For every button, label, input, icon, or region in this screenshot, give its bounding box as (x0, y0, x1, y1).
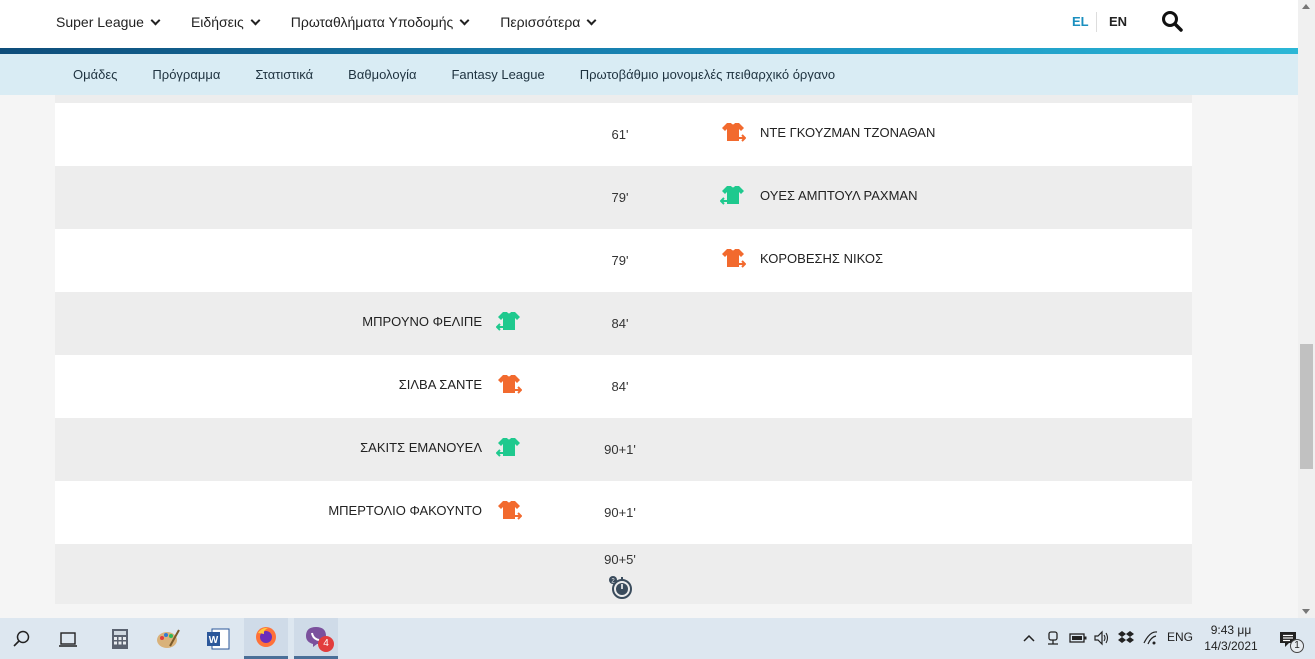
page-scrollbar[interactable] (1298, 0, 1315, 618)
volume-icon[interactable] (1093, 630, 1109, 646)
list-top-edge (55, 95, 1192, 103)
event-minute: 79' (611, 253, 629, 268)
chevron-down-icon (150, 15, 161, 25)
subnav-disciplinary[interactable]: Πρωτοβάθμιο μονομελές πειθαρχικό όργανο (580, 67, 835, 82)
scroll-up-arrow-icon[interactable] (1302, 4, 1310, 9)
menu-label: Περισσότερα (500, 14, 581, 30)
top-navigation: Super League Ειδήσεις Πρωταθλήματα Υποδο… (0, 0, 1298, 48)
substitution-out-shirt-icon (722, 123, 746, 142)
scroll-down-arrow-icon[interactable] (1302, 609, 1310, 614)
language-en-link[interactable]: EN (1109, 14, 1127, 29)
player-name: ΜΠΕΡΤΟΛΙΟ ΦΑΚΟΥΝΤΟ (328, 503, 482, 518)
player-name: ΣΑΚΙΤΣ ΕΜΑΝΟΥΕΛ (360, 440, 482, 455)
event-minute: 84' (611, 316, 629, 331)
main-menu: Super League Ειδήσεις Πρωταθλήματα Υποδο… (56, 0, 627, 44)
event-minute: 61' (611, 127, 629, 142)
language-divider (1096, 12, 1097, 32)
player-name: ΟΥΕΣ ΑΜΠΤΟΥΛ ΡΑΧΜΑΝ (760, 188, 918, 203)
notifications-icon[interactable]: 1 (1266, 618, 1310, 659)
word-icon[interactable]: W (196, 618, 240, 659)
svg-text:W: W (209, 635, 219, 646)
event-row: ΜΠΡΟΥΝΟ ΦΕΛΙΠΕ 84' (55, 292, 1192, 355)
language-el-link[interactable]: EL (1072, 14, 1089, 29)
viber-notification-badge: 4 (318, 636, 334, 652)
match-events-list: 61' ΝΤΕ ΓΚΟΥΖΜΑΝ ΤΖΟΝΑΘΑΝ 79' ΟΥΕΣ ΑΜΠΤΟ… (55, 95, 1192, 604)
player-name: ΚΟΡΟΒΕΣΗΣ ΝΙΚΟΣ (760, 251, 883, 266)
subnav-stats[interactable]: Στατιστικά (255, 67, 313, 82)
event-row: 79' ΚΟΡΟΒΕΣΗΣ ΝΙΚΟΣ (55, 229, 1192, 292)
substitution-in-shirt-icon (496, 438, 520, 457)
viber-icon[interactable]: 4 (294, 618, 338, 659)
notification-count-badge: 1 (1290, 639, 1304, 653)
dropbox-icon[interactable] (1117, 630, 1135, 646)
subnav-schedule[interactable]: Πρόγραμμα (152, 67, 220, 82)
search-icon[interactable] (1161, 10, 1183, 32)
event-minute: 79' (611, 190, 629, 205)
event-row: ΣΑΚΙΤΣ ΕΜΑΝΟΥΕΛ 90+1' (55, 418, 1192, 481)
subnav-fantasy[interactable]: Fantasy League (451, 67, 544, 82)
substitution-out-shirt-icon (498, 501, 522, 520)
menu-label: Super League (56, 14, 144, 30)
meet-now-icon[interactable] (1046, 630, 1060, 646)
event-minute: 90+1' (604, 505, 636, 520)
substitution-out-shirt-icon (722, 249, 746, 268)
subnav-teams[interactable]: Ομάδες (73, 67, 117, 82)
system-clock[interactable]: 9:43 μμ 14/3/2021 (1203, 622, 1259, 654)
player-name: ΜΠΡΟΥΝΟ ΦΕΛΙΠΕ (362, 314, 482, 329)
substitution-in-shirt-icon (720, 186, 744, 205)
menu-super-league[interactable]: Super League (56, 14, 161, 30)
clock-time: 9:43 μμ (1210, 623, 1252, 637)
chevron-down-icon (250, 15, 261, 25)
subnav-standings[interactable]: Βαθμολογία (348, 67, 416, 82)
windows-taskbar: W 4 ENG 9:43 μμ 14/3/2021 1 (0, 618, 1315, 659)
substitution-in-shirt-icon (496, 312, 520, 331)
chevron-down-icon (586, 15, 597, 25)
firefox-icon[interactable] (244, 618, 288, 659)
menu-more[interactable]: Περισσότερα (500, 14, 597, 30)
chevron-up-icon[interactable] (1023, 633, 1035, 643)
player-name: ΣΙΛΒΑ ΣΑΝΤΕ (398, 377, 482, 392)
menu-news[interactable]: Ειδήσεις (190, 14, 261, 30)
clock-date: 14/3/2021 (1204, 639, 1258, 653)
search-icon[interactable] (0, 618, 44, 659)
paint-icon[interactable] (146, 618, 190, 659)
menu-label: Πρωταθλήματα Υποδομής (290, 14, 454, 30)
event-row: 61' ΝΤΕ ΓΚΟΥΖΜΑΝ ΤΖΟΝΑΘΑΝ (55, 103, 1192, 166)
input-language-indicator[interactable]: ENG (1167, 630, 1193, 644)
event-row: ΣΙΛΒΑ ΣΑΝΤΕ 84' (55, 355, 1192, 418)
menu-label: Ειδήσεις (190, 14, 244, 30)
battery-icon[interactable] (1069, 632, 1087, 644)
wifi-icon[interactable] (1142, 630, 1158, 646)
event-row: 90+5' 2 (55, 544, 1192, 604)
scrollbar-thumb[interactable] (1300, 344, 1313, 469)
substitution-out-shirt-icon (498, 375, 522, 394)
event-row: ΜΠΕΡΤΟΛΙΟ ΦΑΚΟΥΝΤΟ 90+1' (55, 481, 1192, 544)
full-time-whistle-icon: 2 (609, 576, 632, 599)
menu-youth-leagues[interactable]: Πρωταθλήματα Υποδομής (290, 14, 470, 30)
calculator-icon[interactable] (98, 618, 142, 659)
task-view-icon[interactable] (46, 618, 90, 659)
sub-navigation: Ομάδες Πρόγραμμα Στατιστικά Βαθμολογία F… (0, 54, 1298, 95)
event-row: 79' ΟΥΕΣ ΑΜΠΤΟΥΛ ΡΑΧΜΑΝ (55, 166, 1192, 229)
event-minute: 90+5' (604, 552, 636, 567)
event-minute: 90+1' (604, 442, 636, 457)
chevron-down-icon (459, 15, 470, 25)
event-minute: 84' (611, 379, 629, 394)
player-name: ΝΤΕ ΓΚΟΥΖΜΑΝ ΤΖΟΝΑΘΑΝ (760, 125, 936, 140)
